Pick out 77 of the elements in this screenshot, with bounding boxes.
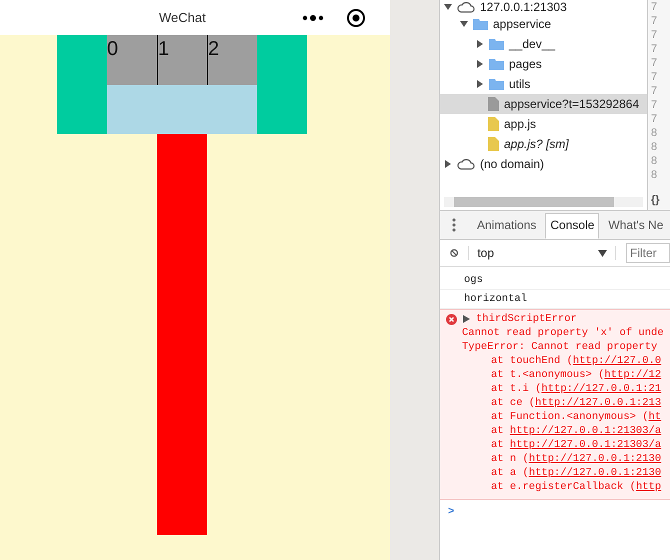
more-icon[interactable]	[302, 14, 324, 22]
console-message: ogs	[440, 271, 670, 290]
line-number: 8	[651, 140, 658, 154]
clear-icon[interactable]	[450, 246, 458, 260]
file-icon	[488, 97, 499, 111]
source-link[interactable]: ht	[648, 411, 662, 423]
stack-trace-line: at http://127.0.0.1:21303/a	[490, 424, 662, 438]
line-number: 7	[651, 70, 658, 84]
error-icon	[446, 314, 457, 324]
line-number: 8	[651, 168, 658, 182]
tree-item[interactable]: (no domain)	[440, 154, 647, 174]
tree-item[interactable]: utils	[440, 74, 647, 94]
source-link[interactable]: http://127.0.0.1:213	[535, 397, 662, 409]
tree-item[interactable]: pages	[440, 54, 647, 74]
context-dropdown[interactable]: top	[468, 246, 616, 260]
file-icon	[488, 137, 499, 151]
source-link[interactable]: http://127.0.0.1:21303/a	[510, 425, 662, 437]
folder-icon	[489, 38, 504, 50]
tree-item[interactable]: app.js	[440, 114, 647, 134]
tree-item[interactable]: appservice	[440, 14, 647, 34]
collapsed-arrow-icon[interactable]	[476, 60, 484, 68]
source-link[interactable]: http	[636, 481, 662, 493]
source-link[interactable]: http://127.0.0	[572, 355, 662, 367]
error-title: thirdScriptError	[476, 312, 577, 326]
stack-trace-line: at e.registerCallback (http	[490, 480, 662, 494]
expanded-arrow-icon[interactable]	[463, 315, 470, 323]
line-number: 7	[651, 98, 658, 112]
line-number: 7	[651, 14, 658, 28]
cloud-icon	[457, 1, 475, 13]
line-number: 7	[651, 28, 658, 42]
error-text: TypeError: Cannot read property	[461, 340, 658, 354]
tree-item[interactable]: __dev__	[440, 34, 647, 54]
stack-trace-line: at a (http://127.0.0.1:2130	[490, 466, 662, 480]
stack-trace-line: at touchEnd (http://127.0.0	[490, 354, 662, 368]
collapsed-arrow-icon[interactable]	[476, 40, 484, 48]
stack-trace-line: at Function.<anonymous> (ht	[490, 410, 662, 424]
stack-trace-line: at ce (http://127.0.0.1:213	[490, 396, 662, 410]
window-title: WeChat	[159, 10, 206, 25]
tab[interactable]: Console	[545, 213, 600, 239]
source-link[interactable]: http://127.0.0.1:2130	[528, 453, 662, 465]
line-number: 7	[651, 84, 658, 98]
scrollbar[interactable]	[444, 197, 643, 207]
tab[interactable]: What's Ne	[603, 213, 668, 239]
expanded-arrow-icon[interactable]	[444, 3, 452, 11]
column-label: 0	[107, 37, 120, 62]
line-number: 7	[651, 112, 658, 126]
file-icon	[488, 117, 499, 131]
stack-trace-line: at t.i (http://127.0.0.1:21	[490, 382, 662, 396]
filter-field[interactable]: Filter	[626, 243, 670, 263]
line-number: 7	[651, 56, 658, 70]
stack-trace-line: at http://127.0.0.1:21303/a	[490, 438, 662, 452]
folder-icon	[489, 58, 504, 70]
format-button[interactable]: {}	[651, 194, 670, 206]
collapsed-arrow-icon[interactable]	[444, 160, 452, 168]
expanded-arrow-icon[interactable]	[460, 20, 468, 28]
line-number: 7	[651, 42, 658, 56]
cloud-icon	[457, 158, 475, 170]
tree-item[interactable]: appservice?t=153292864	[440, 94, 647, 114]
source-link[interactable]: http://127.0.0.1:2130	[528, 467, 662, 479]
line-number: 7	[651, 0, 658, 14]
folder-icon	[473, 18, 488, 30]
source-link[interactable]: http://12	[604, 369, 662, 381]
console-prompt[interactable]: >	[448, 506, 454, 518]
collapsed-arrow-icon[interactable]	[476, 80, 484, 88]
source-link[interactable]: http://127.0.0.1:21	[541, 383, 662, 395]
error-text: Cannot read property 'x' of unde	[461, 326, 665, 340]
dropdown-arrow-icon	[598, 250, 607, 256]
line-number: 8	[651, 126, 658, 140]
tree-item[interactable]: app.js? [sm]	[440, 134, 647, 154]
folder-icon	[489, 78, 504, 90]
stack-trace-line: at t.<anonymous> (http://12	[490, 368, 662, 382]
tree-item[interactable]: 127.0.0.1:21303	[440, 0, 647, 14]
record-icon[interactable]	[346, 8, 366, 28]
line-number: 8	[651, 154, 658, 168]
source-link[interactable]: http://127.0.0.1:21303/a	[510, 439, 662, 451]
tab[interactable]: Animations	[472, 213, 542, 239]
stack-trace-line: at n (http://127.0.0.1:2130	[490, 452, 662, 466]
